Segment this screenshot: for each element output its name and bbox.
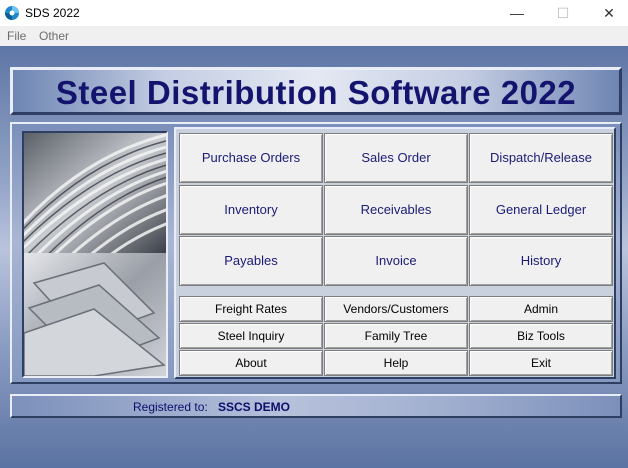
registered-value: SSCS DEMO [218, 400, 291, 414]
menu-other[interactable]: Other [39, 29, 69, 43]
menu-file[interactable]: File [7, 29, 26, 43]
window-title: SDS 2022 [25, 6, 80, 20]
title-banner: Steel Distribution Software 2022 [10, 67, 622, 115]
family-tree-button[interactable]: Family Tree [324, 323, 468, 349]
title-bar: SDS 2022 — ☐ ✕ [0, 0, 628, 26]
registration-bar: Registered to: SSCS DEMO [10, 394, 622, 418]
vendors-customers-button[interactable]: Vendors/Customers [324, 296, 468, 322]
banner-title: Steel Distribution Software 2022 [55, 74, 577, 111]
general-ledger-button[interactable]: General Ledger [469, 185, 613, 235]
admin-button[interactable]: Admin [469, 296, 613, 322]
app-swirl-icon [5, 6, 19, 20]
exit-button[interactable]: Exit [469, 350, 613, 376]
payables-button[interactable]: Payables [179, 236, 323, 286]
steel-coils-image [12, 131, 175, 377]
receivables-button[interactable]: Receivables [324, 185, 468, 235]
help-button[interactable]: Help [324, 350, 468, 376]
steel-inquiry-button[interactable]: Steel Inquiry [179, 323, 323, 349]
steel-photo [12, 131, 175, 378]
inventory-button[interactable]: Inventory [179, 185, 323, 235]
biz-tools-button[interactable]: Biz Tools [469, 323, 613, 349]
minimize-button[interactable]: — [494, 0, 540, 26]
menu-bar: File Other [0, 26, 628, 46]
maximize-button[interactable]: ☐ [540, 0, 586, 26]
sales-order-button[interactable]: Sales Order [324, 133, 468, 183]
freight-rates-button[interactable]: Freight Rates [179, 296, 323, 322]
about-button[interactable]: About [179, 350, 323, 376]
close-button[interactable]: ✕ [586, 0, 628, 26]
purchase-orders-button[interactable]: Purchase Orders [179, 133, 323, 183]
invoice-button[interactable]: Invoice [324, 236, 468, 286]
registered-label: Registered to: [133, 400, 208, 414]
history-button[interactable]: History [469, 236, 613, 286]
dispatch-release-button[interactable]: Dispatch/Release [469, 133, 613, 183]
